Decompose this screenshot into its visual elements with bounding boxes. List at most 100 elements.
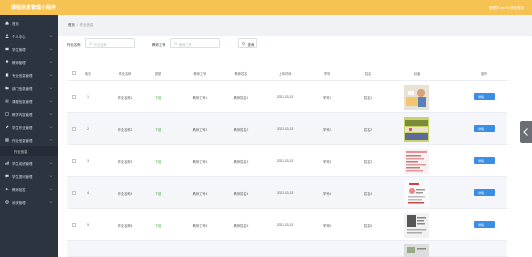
row-checkbox[interactable] xyxy=(72,223,76,227)
cell-teacher-name: 教师姓名5 xyxy=(233,224,249,228)
teacher-id-label: 教师工号 xyxy=(152,43,166,47)
sidebar-item-profile[interactable]: 个人中心 xyxy=(0,30,58,42)
sidebar-subitem-label: 作业信息 xyxy=(14,150,28,155)
cell-teacher-name: 教师姓名3 xyxy=(233,160,249,164)
cell-type[interactable]: 下载 xyxy=(155,159,161,164)
sidebar-item-teaching-content[interactable]: 教学内容管理 xyxy=(0,108,58,120)
cell-student-name: 姓名2 xyxy=(363,128,373,132)
chevron-down-icon xyxy=(49,187,53,190)
header-student-name: 姓名 xyxy=(364,72,372,76)
cell-index: 4 xyxy=(87,191,89,195)
search-icon xyxy=(242,42,246,46)
row-checkbox[interactable] xyxy=(72,159,76,163)
sidebar-item-grades[interactable]: 学生成绩管理 xyxy=(0,157,58,169)
user-info[interactable]: 管理员 admin 退出登录 xyxy=(489,5,524,10)
chevron-down-icon xyxy=(49,47,53,50)
homework-name-input[interactable]: 作业名称 xyxy=(85,38,135,48)
book-icon xyxy=(5,73,9,77)
chevron-left-icon xyxy=(523,128,528,136)
header-name: 作业名称 xyxy=(118,72,132,76)
sidebar-subitem-homework-info[interactable]: 作业信息 xyxy=(0,146,58,156)
list-icon xyxy=(5,99,9,103)
chevron-down-icon xyxy=(49,73,53,76)
sidebar-item-student-homework[interactable]: 学生作业管理 xyxy=(0,121,58,133)
row-checkbox[interactable] xyxy=(72,127,76,131)
detail-button-label: 详情 xyxy=(478,94,485,99)
cell-upload-time: 2021-03-13 xyxy=(276,223,294,227)
sidebar-item-students[interactable]: 学生管理 xyxy=(0,43,58,55)
detail-button[interactable]: 详情 xyxy=(474,125,495,132)
detail-button[interactable]: 详情 xyxy=(474,221,495,228)
edit-icon xyxy=(5,125,9,129)
row-checkbox[interactable] xyxy=(72,191,76,195)
detail-button[interactable]: 详情 xyxy=(474,189,495,196)
gear-icon xyxy=(5,200,9,204)
cell-name: 作业名称5 xyxy=(117,224,133,228)
breadcrumb: 首页 / 作业信息 xyxy=(68,23,94,27)
cell-type[interactable]: 下载 xyxy=(155,191,161,196)
collapse-side-tab[interactable] xyxy=(520,121,532,143)
sidebar-item-courses[interactable]: 课程信息管理 xyxy=(0,95,58,107)
sidebar-item-system[interactable]: 系统管理 xyxy=(0,196,58,208)
cover-image xyxy=(404,181,429,206)
cell-student-name: 姓名3 xyxy=(363,160,373,164)
sidebar-item-label: 专业信息管理 xyxy=(12,74,33,78)
sidebar-item-home[interactable]: 首页 xyxy=(0,17,58,29)
cell-teacher-id: 教师工号2 xyxy=(192,128,208,132)
grid-icon xyxy=(5,138,9,142)
cell-student-id: 学号4 xyxy=(322,192,332,196)
cell-teacher-id: 教师工号3 xyxy=(192,160,208,164)
table-row[interactable]: 1 作业名称1 下载 教师工号1 教师姓名1 2021-03-13 学号1 姓名… xyxy=(67,81,507,113)
teacher-id-input[interactable]: 教师工号 xyxy=(170,38,220,48)
cell-type[interactable]: 下载 xyxy=(155,95,161,100)
detail-button-label: 详情 xyxy=(478,158,485,163)
cell-student-id: 学号2 xyxy=(322,128,332,132)
cell-upload-time: 2021-03-13 xyxy=(276,95,294,99)
sidebar-item-label: 教学内容管理 xyxy=(12,113,33,117)
header-actions: 操作 xyxy=(480,72,488,76)
teacher-icon xyxy=(5,60,9,64)
sidebar-item-teachers[interactable]: 教师管理 xyxy=(0,56,58,68)
table-row[interactable]: 5 作业名称5 下载 教师工号5 教师姓名5 2021-03-13 学号5 姓名… xyxy=(67,209,507,241)
sidebar-item-homework-info[interactable]: 作业信息管理 xyxy=(0,134,58,146)
sidebar-item-label: 学生提问管理 xyxy=(12,175,33,179)
cell-index: 5 xyxy=(87,223,89,227)
sidebar-item-label: 学生成绩管理 xyxy=(12,162,33,166)
detail-button-label: 详情 xyxy=(478,222,485,227)
search-button[interactable]: 查询 xyxy=(238,38,257,48)
breadcrumb-home[interactable]: 首页 xyxy=(68,23,75,27)
cell-type[interactable]: 下载 xyxy=(155,223,161,228)
sidebar-item-questions[interactable]: 学生提问管理 xyxy=(0,170,58,182)
cell-type[interactable]: 下载 xyxy=(155,127,161,132)
select-all-checkbox[interactable] xyxy=(72,71,76,75)
table-row[interactable]: 3 作业名称3 下载 教师工号3 教师姓名3 2021-03-13 学号3 姓名… xyxy=(67,145,507,177)
detail-button[interactable]: 详情 xyxy=(474,93,495,100)
sidebar-item-departments[interactable]: 部门信息管理 xyxy=(0,82,58,94)
table-row[interactable]: 4 作业名称4 下载 教师工号4 教师姓名4 2021-03-13 学号4 姓名… xyxy=(67,177,507,209)
cell-index: 2 xyxy=(87,127,89,131)
header-upload-time: 上传时间 xyxy=(278,72,292,76)
cell-teacher-name: 教师姓名4 xyxy=(233,192,249,196)
cell-teacher-name: 教师姓名1 xyxy=(233,96,249,100)
search-icon xyxy=(174,42,178,46)
sidebar-item-label: 首页 xyxy=(12,22,19,26)
cell-student-id: 学号3 xyxy=(322,160,332,164)
row-checkbox[interactable] xyxy=(72,95,76,99)
detail-button-label: 详情 xyxy=(478,126,485,131)
cell-upload-time: 2021-03-13 xyxy=(276,159,294,163)
homework-table: 索引 作业名称 类型 教师工号 教师姓名 上传时间 学号 姓名 封面 操作 1 … xyxy=(67,65,507,257)
doc-icon xyxy=(5,112,9,116)
chevron-down-icon xyxy=(49,112,53,115)
cell-student-name: 姓名1 xyxy=(363,96,373,100)
detail-button[interactable]: 详情 xyxy=(474,157,495,164)
cover-image xyxy=(404,117,429,142)
table-row[interactable]: 2 作业名称2 下载 教师工号2 教师姓名2 2021-03-13 学号2 姓名… xyxy=(67,113,507,145)
sidebar-item-majors[interactable]: 专业信息管理 xyxy=(0,69,58,81)
table-row[interactable] xyxy=(67,241,507,257)
header-type: 类型 xyxy=(154,72,162,76)
chevron-up-icon xyxy=(49,138,53,141)
sidebar: 首页 个人中心 学生管理 教师管理 专业信息管理 部门信息管理 课程信息管理 教… xyxy=(0,15,58,257)
chevron-down-icon xyxy=(49,161,53,164)
search-button-label: 查询 xyxy=(247,43,255,48)
sidebar-item-teacher-answers[interactable]: 教师回答 xyxy=(0,183,58,195)
